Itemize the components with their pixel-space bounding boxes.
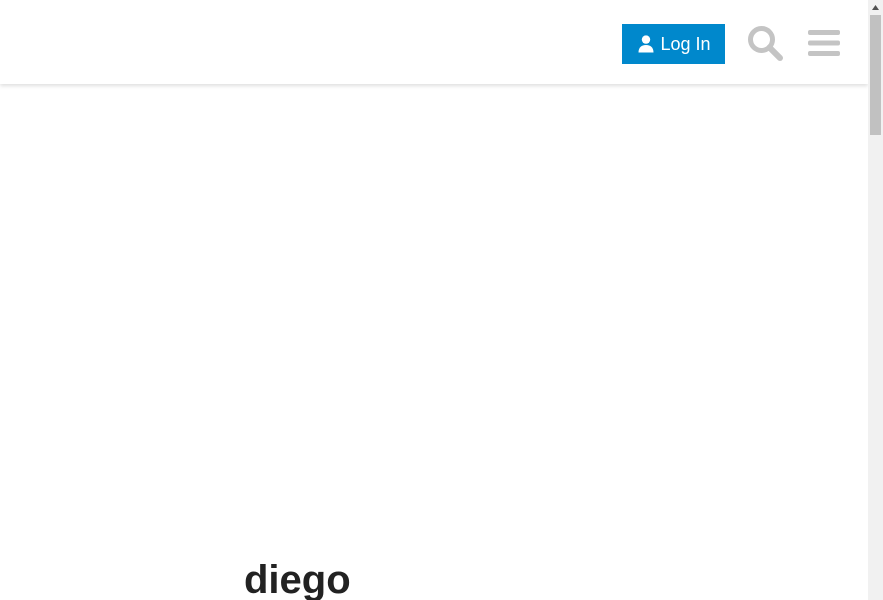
scrollbar-thumb[interactable] — [870, 15, 881, 135]
site-header: Log In — [0, 0, 868, 84]
login-button[interactable]: Log In — [622, 24, 725, 64]
main-content: diego — [0, 84, 868, 600]
search-button[interactable] — [744, 22, 786, 64]
scroll-up-arrow-icon[interactable] — [868, 0, 883, 15]
menu-button[interactable] — [802, 22, 846, 64]
vertical-scrollbar[interactable] — [868, 0, 883, 600]
login-button-label: Log In — [660, 33, 711, 54]
user-icon — [638, 35, 654, 53]
profile-username: diego — [244, 558, 351, 600]
search-icon — [748, 26, 783, 61]
page: Log In diego — [0, 0, 883, 600]
hamburger-menu-icon — [808, 30, 840, 56]
